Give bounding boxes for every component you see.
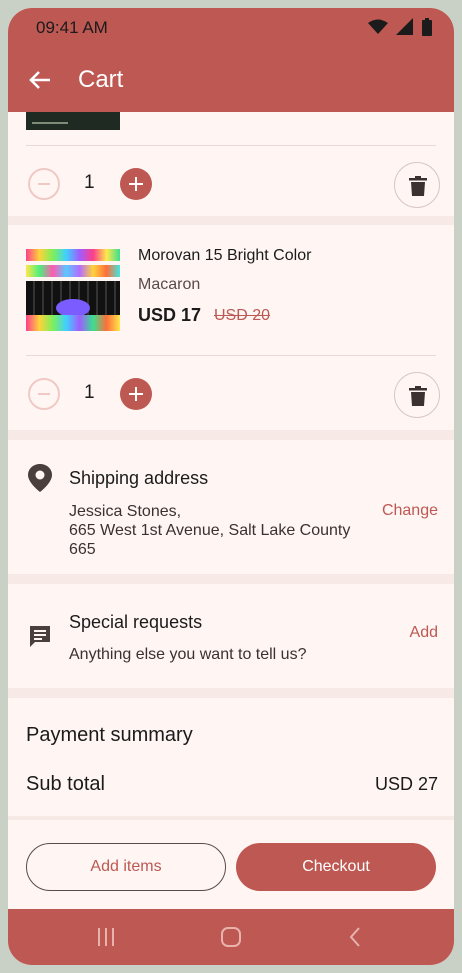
navigation-bar bbox=[8, 909, 454, 965]
shipping-address-card[interactable]: Shipping address Jessica Stones, 665 Wes… bbox=[8, 440, 454, 574]
subtotal-value: USD 27 bbox=[374, 774, 438, 794]
message-icon bbox=[30, 626, 50, 647]
product-image bbox=[26, 243, 120, 337]
original-price: USD 20 bbox=[214, 307, 271, 324]
add-request-link[interactable]: Add bbox=[410, 624, 438, 642]
page-title: Cart bbox=[78, 66, 124, 93]
plus-icon[interactable] bbox=[120, 168, 152, 200]
quantity-stepper: 1 bbox=[8, 154, 454, 214]
wifi-icon bbox=[368, 19, 388, 34]
delete-button[interactable] bbox=[394, 372, 440, 418]
status-icons bbox=[368, 18, 432, 36]
payment-summary-title: Payment summary bbox=[26, 724, 193, 746]
plus-icon[interactable] bbox=[120, 378, 152, 410]
product-variant: Macaron bbox=[138, 276, 201, 293]
shipping-title: Shipping address bbox=[69, 468, 209, 488]
quantity-value: 1 bbox=[84, 172, 95, 193]
footer-actions: Add items Checkout bbox=[8, 820, 454, 909]
app-bar: Cart bbox=[8, 48, 454, 112]
payment-summary-card: Payment summary Sub total USD 27 bbox=[8, 698, 454, 816]
home-icon[interactable] bbox=[221, 927, 241, 947]
product-price: USD 17 bbox=[138, 305, 202, 325]
subtotal-label: Sub total bbox=[26, 773, 105, 795]
product-name: Morovan 15 Bright Color bbox=[138, 247, 312, 264]
divider bbox=[26, 355, 436, 356]
status-time: 09:41 AM bbox=[36, 18, 108, 37]
checkout-button[interactable]: Checkout bbox=[236, 843, 436, 891]
shipping-address-line: 665 West 1st Avenue, Salt Lake County bbox=[69, 522, 351, 539]
minus-icon[interactable] bbox=[28, 378, 60, 410]
special-requests-placeholder: Anything else you want to tell us? bbox=[69, 646, 307, 663]
add-items-button[interactable]: Add items bbox=[26, 843, 226, 891]
cart-item-card: Morovan 15 Bright Color Macaron USD 17 U… bbox=[8, 225, 454, 430]
cellular-icon bbox=[396, 18, 413, 35]
minus-icon[interactable] bbox=[28, 168, 60, 200]
phone-screen: 09:41 AM Cart 1 Morovan 15 Bright Color … bbox=[8, 8, 454, 965]
delete-button[interactable] bbox=[394, 162, 440, 208]
product-image bbox=[26, 112, 120, 130]
divider bbox=[26, 145, 436, 146]
quantity-stepper: 1 bbox=[8, 364, 454, 424]
shipping-name: Jessica Stones, bbox=[69, 503, 182, 520]
trash-icon bbox=[409, 176, 427, 196]
battery-icon bbox=[422, 18, 432, 36]
location-pin-icon bbox=[28, 464, 52, 492]
trash-icon bbox=[409, 386, 427, 406]
status-bar: 09:41 AM bbox=[8, 8, 454, 48]
quantity-value: 1 bbox=[84, 382, 95, 403]
back-nav-icon[interactable] bbox=[348, 927, 362, 947]
cart-content[interactable]: 1 Morovan 15 Bright Color Macaron USD 17… bbox=[8, 112, 454, 909]
shipping-address-line: 665 bbox=[69, 541, 96, 558]
special-requests-card[interactable]: Special requests Anything else you want … bbox=[8, 584, 454, 688]
change-address-link[interactable]: Change bbox=[382, 502, 438, 520]
special-requests-title: Special requests bbox=[69, 612, 203, 632]
back-arrow-icon[interactable] bbox=[26, 66, 54, 94]
cart-item-card: 1 bbox=[8, 112, 454, 216]
recents-icon[interactable] bbox=[96, 927, 116, 947]
